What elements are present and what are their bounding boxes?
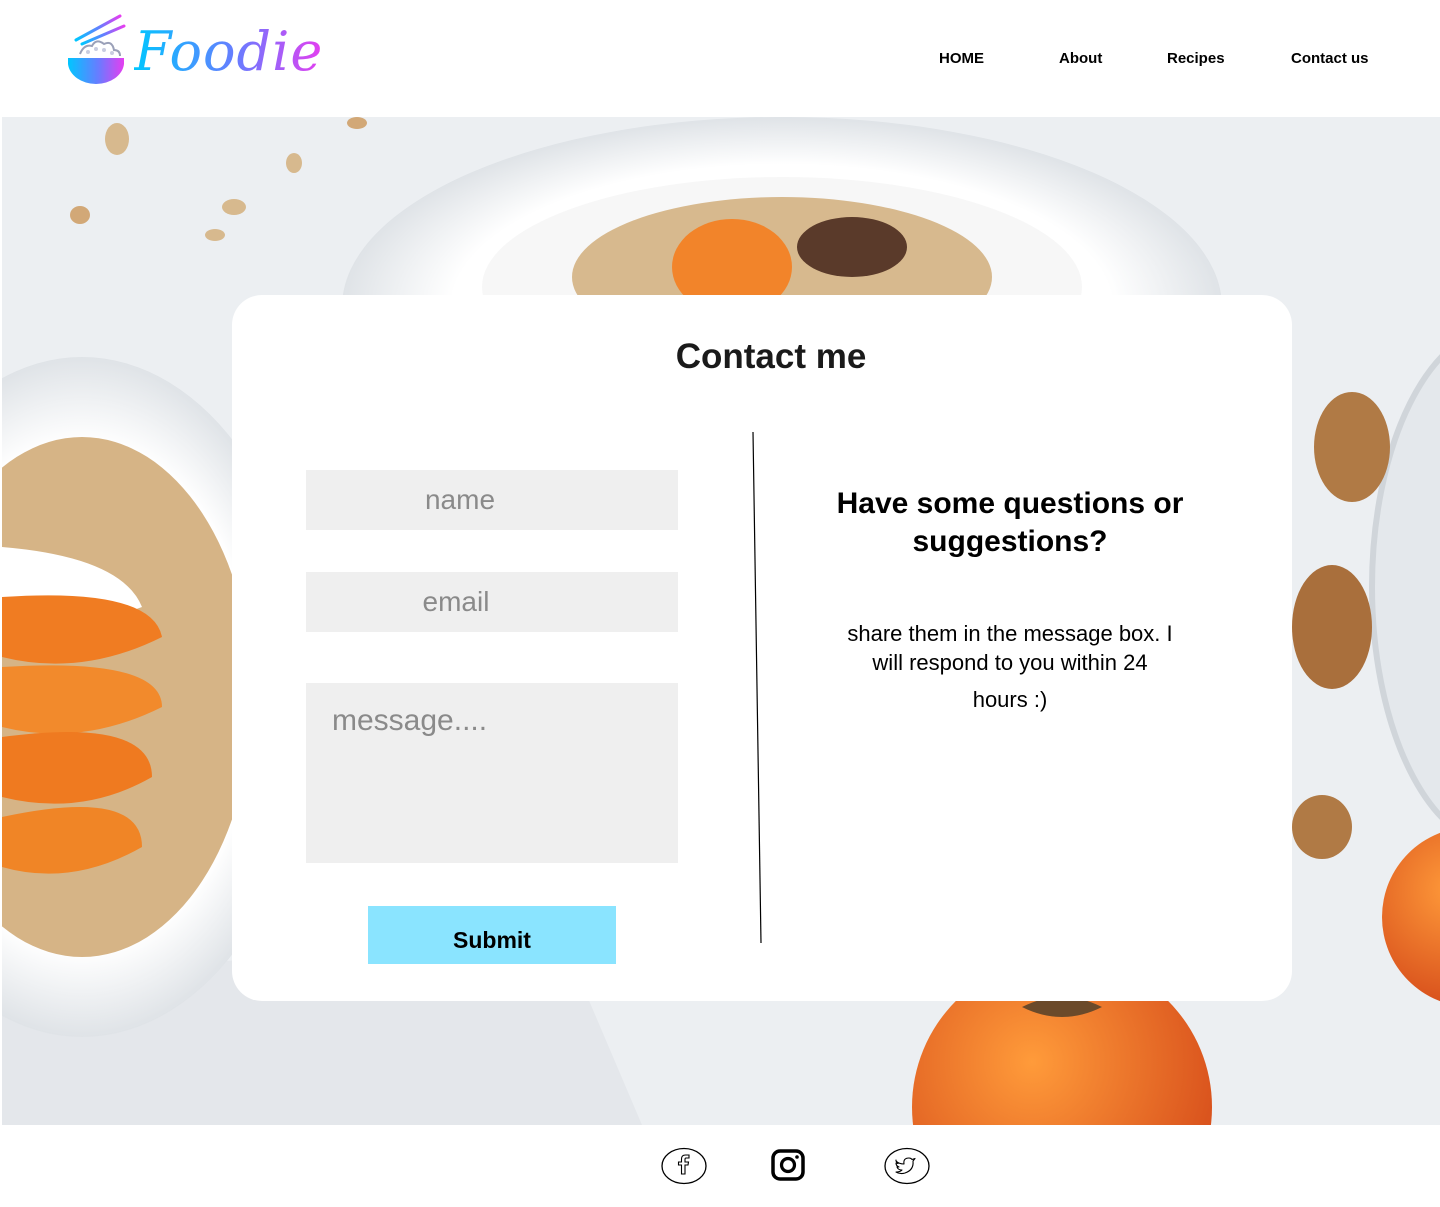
nav-about-link[interactable]: About	[1059, 48, 1102, 70]
name-field[interactable]	[306, 470, 678, 530]
submit-button[interactable]: Submit	[368, 906, 616, 964]
twitter-icon	[884, 1147, 930, 1185]
facebook-icon	[661, 1147, 707, 1185]
instagram-link[interactable]	[767, 1147, 813, 1185]
footer	[0, 1125, 1440, 1207]
questions-text-continued: hours :)	[972, 687, 1048, 712]
email-field[interactable]	[306, 572, 678, 632]
nav-home-link[interactable]: HOME	[939, 48, 984, 70]
questions-text: share them in the message box. I will re…	[847, 621, 1173, 675]
message-field[interactable]	[306, 683, 678, 863]
questions-heading: Have some questions or suggestions?	[836, 487, 1184, 558]
header: Foodie HOME About Recipes Contact us	[0, 0, 1440, 117]
main-nav: HOME About Recipes Contact us	[0, 48, 1440, 72]
contact-card: Contact me Submit Have some questions or…	[232, 295, 1292, 1001]
page: Foodie HOME About Recipes Contact us Con…	[0, 0, 1440, 1207]
page-title: Contact me	[675, 337, 867, 376]
nav-recipes-link[interactable]: Recipes	[1167, 48, 1225, 70]
instagram-icon	[771, 1149, 805, 1181]
vertical-divider	[752, 431, 762, 944]
twitter-link[interactable]	[884, 1147, 930, 1185]
nav-contact-link[interactable]: Contact us	[1291, 48, 1369, 70]
facebook-link[interactable]	[661, 1147, 707, 1185]
